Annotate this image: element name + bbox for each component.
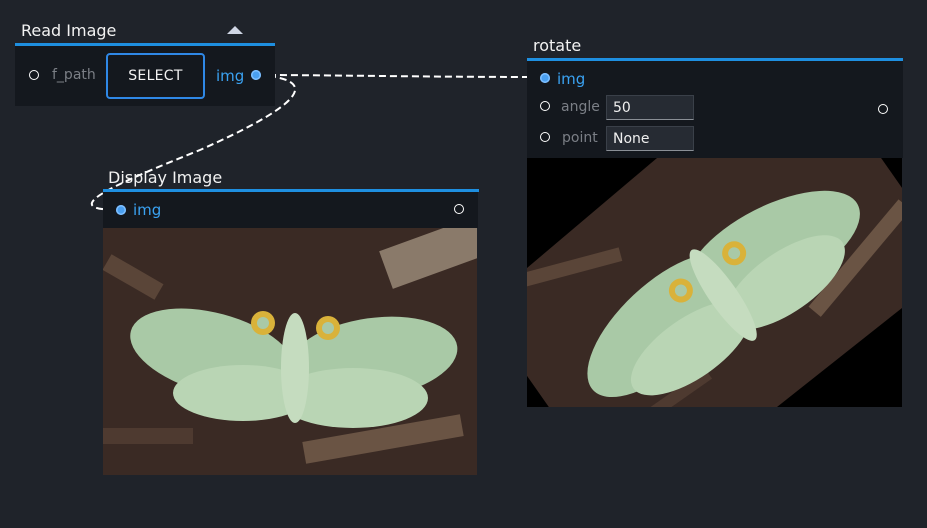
node-title[interactable]: Display Image [108, 167, 222, 189]
image-preview [103, 228, 477, 475]
param-port-icon[interactable] [540, 132, 550, 142]
output-label: img [216, 67, 245, 85]
input-label: img [557, 70, 586, 88]
output-port-icon[interactable] [454, 204, 464, 214]
output-port-icon[interactable] [251, 70, 261, 80]
output-port-icon[interactable] [878, 104, 888, 114]
angle-input[interactable] [606, 95, 694, 120]
rotated-image-preview [527, 158, 902, 407]
rotated-moth-image [527, 158, 902, 407]
angle-label: angle [561, 99, 600, 115]
param-port-icon[interactable] [540, 101, 550, 111]
point-input[interactable] [606, 126, 694, 151]
collapse-arrow-icon[interactable] [227, 26, 243, 34]
input-port-icon[interactable] [29, 70, 39, 80]
node-title[interactable]: Read Image [21, 20, 116, 42]
select-file-button[interactable]: SELECT [106, 53, 205, 99]
input-label: img [133, 201, 162, 219]
node-title[interactable]: rotate [533, 35, 581, 57]
moth-image [103, 228, 477, 475]
wire-read-to-rotate [257, 74, 546, 78]
input-port-icon[interactable] [116, 205, 126, 215]
point-label: point [562, 130, 598, 146]
input-label: f_path [52, 67, 96, 83]
input-port-icon[interactable] [540, 73, 550, 83]
